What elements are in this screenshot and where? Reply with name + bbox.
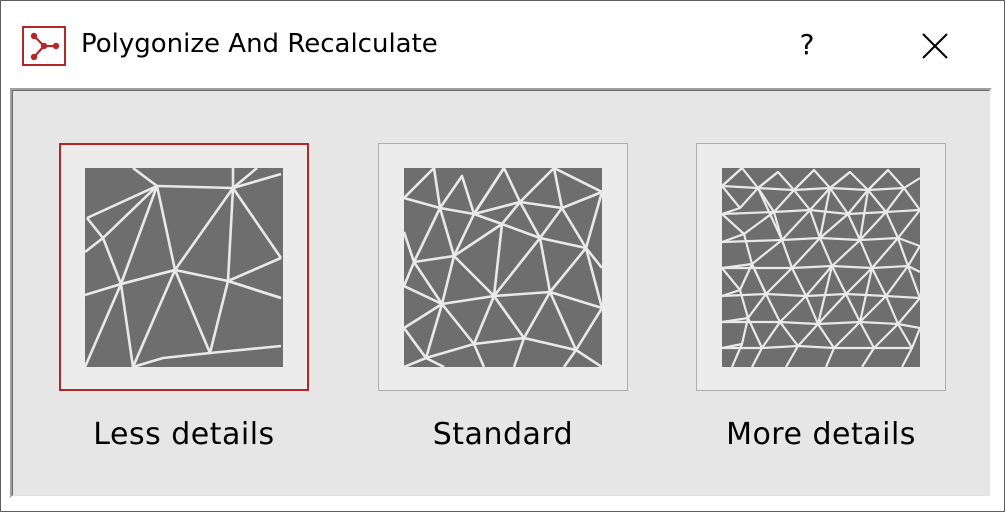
less-details-option[interactable] bbox=[59, 143, 309, 391]
window-title: Polygonize And Recalculate bbox=[81, 29, 438, 59]
more-details-option[interactable] bbox=[696, 143, 946, 391]
standard-mesh-icon bbox=[404, 168, 602, 367]
standard-label[interactable]: Standard bbox=[353, 411, 653, 459]
polygon-app-icon bbox=[22, 26, 66, 66]
coarse-mesh-icon bbox=[85, 168, 283, 367]
less-details-label[interactable]: Less details bbox=[34, 411, 334, 459]
dialog-window: Polygonize And Recalculate ? Less detail… bbox=[0, 0, 1005, 512]
help-button[interactable]: ? bbox=[771, 15, 843, 75]
title-bar[interactable]: Polygonize And Recalculate ? bbox=[1, 1, 1004, 87]
more-details-label[interactable]: More details bbox=[671, 411, 971, 459]
close-button[interactable] bbox=[899, 15, 971, 75]
close-icon bbox=[922, 33, 948, 59]
fine-mesh-icon bbox=[722, 168, 920, 367]
standard-option[interactable] bbox=[378, 143, 628, 391]
